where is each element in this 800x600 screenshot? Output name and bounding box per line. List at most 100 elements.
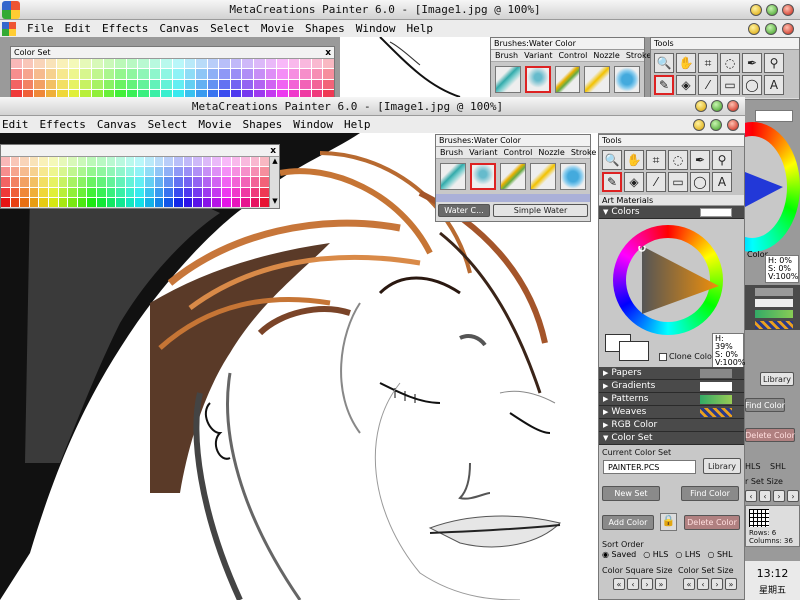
color-swatch-cell[interactable]	[58, 177, 68, 187]
color-swatch-cell[interactable]	[39, 197, 49, 207]
sort-saved-radio[interactable]: ◉ Saved	[602, 550, 636, 559]
dropper-icon[interactable]: ⁄	[646, 172, 666, 192]
color-swatch-cell[interactable]	[221, 157, 231, 167]
chalk-icon[interactable]	[584, 66, 611, 93]
color-swatch-cell[interactable]	[58, 157, 68, 167]
color-swatch-cell[interactable]	[87, 177, 97, 187]
color-swatch-cell[interactable]	[80, 79, 91, 89]
menu-file[interactable]: File	[27, 22, 54, 35]
back-tab-brush[interactable]: Brush	[495, 51, 518, 60]
pen-icon[interactable]: ✒	[690, 150, 710, 170]
liquid-brush-icon[interactable]	[560, 163, 586, 190]
color-swatch-cell[interactable]	[39, 187, 49, 197]
secondary-color-swatch[interactable]	[619, 341, 649, 361]
color-swatch-cell[interactable]	[106, 157, 116, 167]
color-swatch-cell[interactable]	[161, 59, 172, 69]
menu-help[interactable]: Help	[406, 22, 433, 35]
color-swatch-cell[interactable]	[126, 69, 138, 79]
back-size-arrows[interactable]: ‹ ‹ › ›	[745, 490, 799, 502]
color-swatch-cell[interactable]	[241, 177, 250, 187]
paint-bucket-icon[interactable]: ◈	[676, 75, 696, 95]
color-swatch-cell[interactable]	[125, 157, 135, 167]
color-swatch-cell[interactable]	[29, 177, 39, 187]
color-swatch-cell[interactable]	[1, 177, 10, 187]
front-menu-help[interactable]: Help	[344, 118, 371, 131]
menu-edit[interactable]: Edit	[65, 22, 92, 35]
grabber-icon[interactable]: ✋	[676, 53, 696, 73]
color-swatch-cell[interactable]	[126, 79, 138, 89]
color-swatch-cell[interactable]	[242, 59, 253, 69]
color-swatch-cell[interactable]	[135, 197, 145, 207]
color-swatch-cell[interactable]	[288, 59, 300, 69]
color-swatch-cell[interactable]	[219, 79, 230, 89]
color-swatch-cell[interactable]	[202, 157, 212, 167]
color-swatch-cell[interactable]	[87, 187, 97, 197]
color-swatch-cell[interactable]	[207, 59, 219, 69]
square-size-arrows[interactable]: «‹ ›»	[613, 578, 667, 590]
color-swatch-cell[interactable]	[173, 187, 183, 197]
color-swatch-cell[interactable]	[10, 197, 20, 207]
front-title-bar[interactable]: MetaCreations Painter 6.0 - [Image1.jpg …	[0, 97, 745, 116]
color-swatch-cell[interactable]	[277, 59, 288, 69]
color-swatch-cell[interactable]	[202, 177, 212, 187]
text-icon[interactable]: A	[712, 172, 732, 192]
color-swatch-cell[interactable]	[103, 79, 115, 89]
delete-color-button[interactable]: Delete Color	[684, 515, 740, 530]
airbrush-icon[interactable]	[495, 66, 521, 93]
color-swatch-cell[interactable]	[125, 177, 135, 187]
color-swatch-cell[interactable]	[212, 187, 221, 197]
color-swatch-cell[interactable]	[39, 177, 49, 187]
color-swatch-cell[interactable]	[116, 187, 125, 197]
back-tab-control[interactable]: Control	[558, 51, 587, 60]
back-find-color-button[interactable]: Find Color	[745, 398, 785, 412]
color-swatch-cell[interactable]	[97, 157, 106, 167]
selector-icon[interactable]: ⚲	[712, 150, 732, 170]
front-doc-close-button[interactable]	[727, 118, 739, 131]
color-swatch-cell[interactable]	[154, 167, 164, 177]
color-swatch-cell[interactable]	[116, 157, 125, 167]
color-swatch-cell[interactable]	[1, 157, 10, 167]
color-swatch-cell[interactable]	[126, 59, 138, 69]
color-swatch-cell[interactable]	[154, 177, 164, 187]
color-swatch-cell[interactable]	[77, 187, 87, 197]
gradients-section[interactable]: ▶ Gradients	[599, 380, 744, 393]
color-swatch-cell[interactable]	[241, 197, 250, 207]
color-swatch-cell[interactable]	[1, 197, 10, 207]
color-swatch-cell[interactable]	[161, 69, 172, 79]
water-color-brush-icon[interactable]	[469, 163, 497, 190]
color-swatch-cell[interactable]	[154, 187, 164, 197]
color-swatch-cell[interactable]	[45, 59, 57, 69]
grabber-icon[interactable]: ✋	[624, 150, 644, 170]
back-library-button[interactable]: Library	[760, 372, 794, 386]
back-tab-nozzle[interactable]: Nozzle	[593, 51, 619, 60]
color-swatch-cell[interactable]	[207, 69, 219, 79]
colors-section-header[interactable]: ▼ Colors	[599, 206, 744, 219]
color-swatch-cell[interactable]	[29, 187, 39, 197]
color-swatch-cell[interactable]	[106, 167, 116, 177]
airbrush-brush-icon[interactable]	[440, 163, 466, 190]
tab-nozzle[interactable]: Nozzle	[538, 148, 564, 157]
color-swatch-cell[interactable]	[10, 157, 20, 167]
color-swatch-cell[interactable]	[250, 197, 260, 207]
color-swatch-cell[interactable]	[164, 197, 173, 207]
color-swatch-cell[interactable]	[116, 197, 125, 207]
color-swatch-cell[interactable]	[164, 157, 173, 167]
color-swatch-cell[interactable]	[80, 69, 91, 79]
color-swatch-cell[interactable]	[49, 167, 58, 177]
tab-brush[interactable]: Brush	[440, 148, 463, 157]
color-swatch-cell[interactable]	[183, 197, 193, 207]
color-swatch-cell[interactable]	[10, 167, 20, 177]
color-swatch-cell[interactable]	[183, 157, 193, 167]
color-swatch-cell[interactable]	[49, 177, 58, 187]
color-swatch-cell[interactable]	[149, 69, 161, 79]
color-swatch-cell[interactable]	[184, 69, 196, 79]
color-swatch-cell[interactable]	[219, 69, 230, 79]
color-swatch-cell[interactable]	[116, 177, 125, 187]
color-swatch-cell[interactable]	[250, 187, 260, 197]
color-swatch-cell[interactable]	[277, 79, 288, 89]
color-swatch-cell[interactable]	[183, 187, 193, 197]
color-swatch-cell[interactable]	[1, 187, 10, 197]
library-button[interactable]: Library	[703, 458, 741, 474]
saturation-triangle[interactable]	[634, 246, 724, 316]
color-swatch-cell[interactable]	[231, 187, 241, 197]
